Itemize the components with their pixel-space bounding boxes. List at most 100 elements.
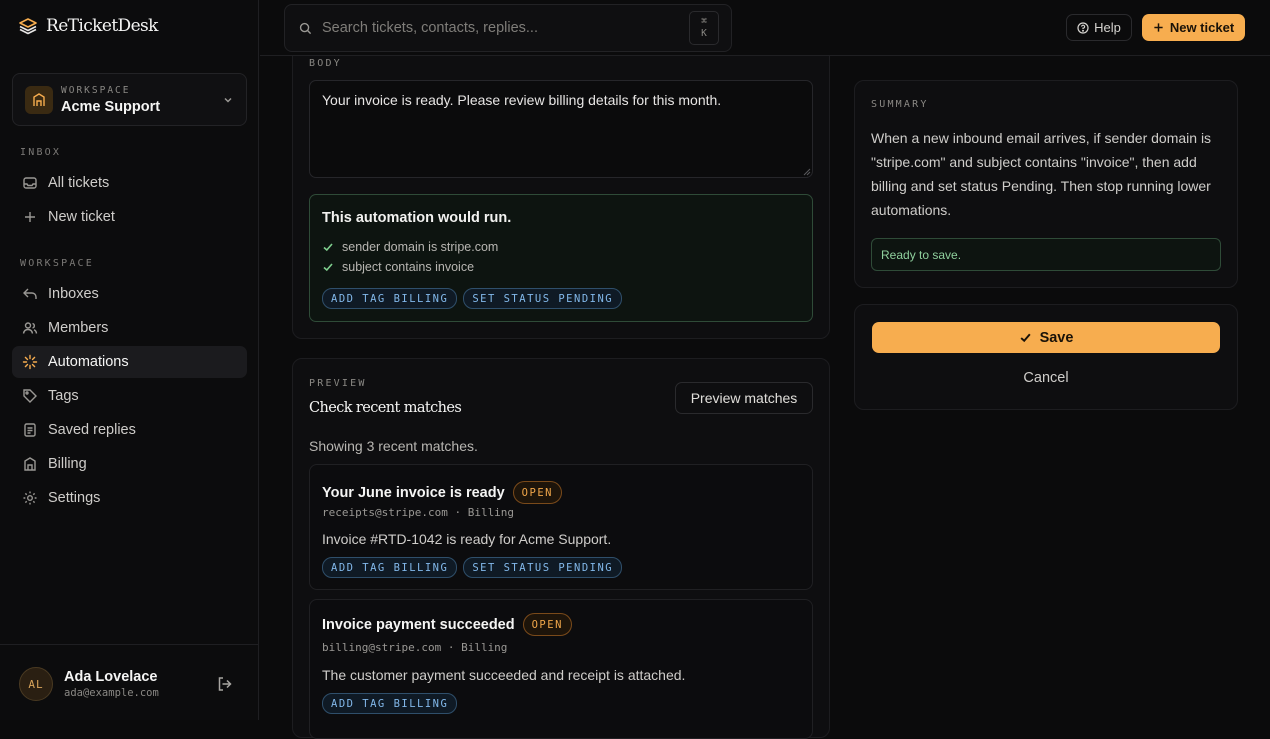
- save-status: Ready to save.: [871, 238, 1221, 271]
- match-action-chips: ADD TAG BILLING SET STATUS PENDING: [322, 557, 623, 578]
- document-icon: [24, 423, 36, 437]
- action-chip: SET STATUS PENDING: [463, 557, 623, 578]
- summary-kicker: SUMMARY: [871, 99, 929, 110]
- sidebar-item-label: New ticket: [48, 209, 115, 225]
- search-icon: [299, 22, 312, 34]
- action-chip: ADD TAG BILLING: [322, 288, 458, 309]
- sidebar-item-inboxes[interactable]: Inboxes: [12, 278, 247, 310]
- status-badge: OPEN: [522, 613, 572, 636]
- plus-icon: [1154, 23, 1163, 32]
- result-title: This automation would run.: [322, 210, 512, 226]
- preview-kicker: PREVIEW: [309, 378, 367, 389]
- inbox-icon: [23, 177, 37, 189]
- match-action-chips: ADD TAG BILLING: [322, 693, 458, 714]
- sidebar-item-members[interactable]: Members: [12, 312, 247, 344]
- action-chip: ADD TAG BILLING: [322, 557, 458, 578]
- logout-icon[interactable]: [216, 675, 234, 693]
- gear-icon: [23, 491, 37, 505]
- condition-check: subject contains invoice: [322, 260, 474, 274]
- search-shortcut: ⌘ K: [689, 11, 719, 45]
- sidebar-item-label: Settings: [48, 490, 101, 506]
- summary-text: When a new inbound email arrives, if sen…: [871, 130, 1212, 218]
- match-body: Invoice #RTD-1042 is ready for Acme Supp…: [322, 531, 612, 547]
- match-title: Invoice payment succeeded OPEN: [322, 613, 572, 636]
- users-icon: [22, 322, 38, 334]
- building-icon: [33, 92, 45, 106]
- check-icon: [323, 243, 333, 252]
- action-chip: SET STATUS PENDING: [463, 288, 623, 309]
- sidebar: ReTicketDesk WORKSPACE Acme Support INBO…: [0, 0, 259, 720]
- sidebar-item-all-tickets[interactable]: All tickets: [12, 167, 247, 199]
- resize-handle-icon[interactable]: [803, 168, 811, 176]
- sidebar-item-label: Automations: [48, 354, 129, 370]
- brand[interactable]: ReTicketDesk: [18, 16, 158, 36]
- reply-icon: [23, 288, 37, 299]
- user-profile: AL Ada Lovelace ada@example.com: [0, 644, 259, 720]
- user-name: Ada Lovelace: [64, 669, 158, 685]
- sidebar-item-settings[interactable]: Settings: [12, 482, 247, 514]
- workspace-kicker: WORKSPACE: [61, 84, 131, 96]
- sidebar-item-label: Billing: [48, 456, 87, 472]
- preview-matches-button[interactable]: Preview matches: [675, 382, 813, 414]
- search-input[interactable]: Search tickets, contacts, replies... ⌘ K: [284, 4, 732, 52]
- save-button[interactable]: Save: [872, 322, 1220, 353]
- user-email: ada@example.com: [64, 687, 159, 699]
- condition-check: sender domain is stripe.com: [322, 240, 498, 254]
- body-label: BODY: [309, 58, 342, 69]
- sidebar-item-automations[interactable]: Automations: [12, 346, 247, 378]
- help-icon: [1077, 21, 1089, 34]
- help-button[interactable]: Help: [1066, 14, 1132, 41]
- sidebar-item-saved-replies[interactable]: Saved replies: [12, 414, 247, 446]
- sidebar-item-label: Saved replies: [48, 422, 136, 438]
- sidebar-item-label: Tags: [48, 388, 79, 404]
- sidebar-item-tags[interactable]: Tags: [12, 380, 247, 412]
- automation-result: This automation would run. sender domain…: [309, 194, 813, 322]
- action-chips: ADD TAG BILLING SET STATUS PENDING: [322, 288, 623, 309]
- check-icon: [323, 263, 333, 272]
- shortcut-key: K: [701, 28, 707, 39]
- brand-name: ReTicketDesk: [46, 16, 158, 36]
- inbox-section-label: INBOX: [20, 147, 62, 158]
- topbar: Search tickets, contacts, replies... ⌘ K…: [260, 0, 1270, 56]
- layers-icon: [19, 18, 37, 35]
- cancel-button[interactable]: Cancel: [872, 364, 1220, 392]
- sidebar-item-new-ticket[interactable]: New ticket: [12, 201, 247, 233]
- chevron-down-icon: [224, 97, 232, 103]
- building-icon: [24, 457, 36, 471]
- match-count: Showing 3 recent matches.: [309, 438, 478, 454]
- workspace-switcher[interactable]: WORKSPACE Acme Support: [12, 73, 247, 126]
- body-textarea[interactable]: Your invoice is ready. Please review bil…: [309, 80, 813, 178]
- match-meta: billing@stripe.com · Billing: [322, 641, 508, 654]
- workspace-name: Acme Support: [61, 98, 161, 115]
- actions-panel: [854, 304, 1238, 410]
- plus-icon: [25, 212, 35, 222]
- tag-icon: [23, 389, 37, 403]
- list-item[interactable]: Your June invoice is ready OPEN receipts…: [309, 464, 813, 590]
- sidebar-item-label: All tickets: [48, 175, 110, 191]
- match-meta: receipts@stripe.com · Billing: [322, 506, 515, 519]
- match-title-text: Your June invoice is ready: [322, 484, 505, 501]
- sparkle-icon: [22, 354, 38, 370]
- sidebar-item-billing[interactable]: Billing: [12, 448, 247, 480]
- shortcut-modifier: ⌘: [701, 16, 707, 27]
- save-label: Save: [1039, 329, 1074, 346]
- preview-title: Check recent matches: [309, 400, 462, 416]
- new-ticket-button[interactable]: New ticket: [1142, 14, 1245, 41]
- status-badge: OPEN: [512, 481, 562, 504]
- match-title-text: Invoice payment succeeded: [322, 616, 515, 633]
- check-icon: [1020, 333, 1031, 343]
- condition-text: sender domain is stripe.com: [342, 240, 499, 254]
- condition-text: subject contains invoice: [342, 260, 475, 274]
- sidebar-item-label: Inboxes: [48, 286, 99, 302]
- new-ticket-label: New ticket: [1169, 20, 1235, 35]
- list-item[interactable]: Invoice payment succeeded OPEN billing@s…: [309, 599, 813, 739]
- match-title: Your June invoice is ready OPEN: [322, 481, 562, 504]
- search-placeholder: Search tickets, contacts, replies...: [322, 20, 538, 36]
- workspace-section-label: WORKSPACE: [20, 258, 94, 269]
- sidebar-item-label: Members: [48, 320, 109, 336]
- action-chip: ADD TAG BILLING: [322, 693, 458, 714]
- avatar[interactable]: AL: [19, 667, 53, 701]
- workspace-avatar: [25, 85, 53, 114]
- match-body: The customer payment succeeded and recei…: [322, 667, 686, 683]
- help-label: Help: [1094, 20, 1121, 35]
